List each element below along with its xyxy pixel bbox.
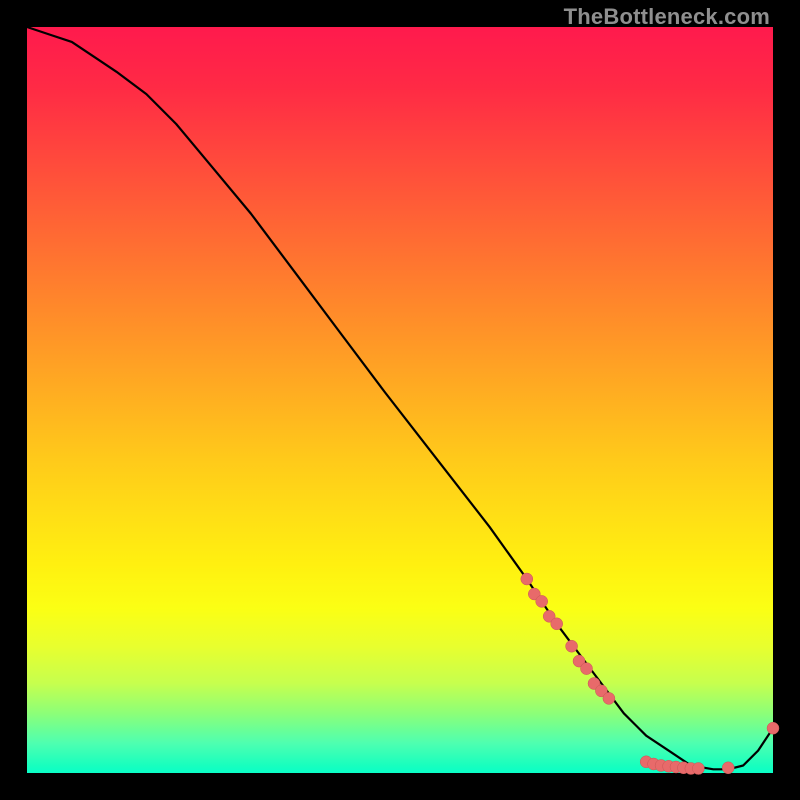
data-point: [581, 663, 593, 675]
data-point: [536, 595, 548, 607]
plot-area: [27, 27, 773, 773]
data-point: [521, 573, 533, 585]
chart-svg: [27, 27, 773, 773]
marker-group: [521, 573, 779, 775]
bottleneck-curve: [27, 27, 773, 769]
data-point: [603, 692, 615, 704]
chart-frame: TheBottleneck.com: [0, 0, 800, 800]
data-point: [767, 722, 779, 734]
data-point: [692, 763, 704, 775]
data-point: [566, 640, 578, 652]
data-point: [722, 762, 734, 774]
data-point: [551, 618, 563, 630]
